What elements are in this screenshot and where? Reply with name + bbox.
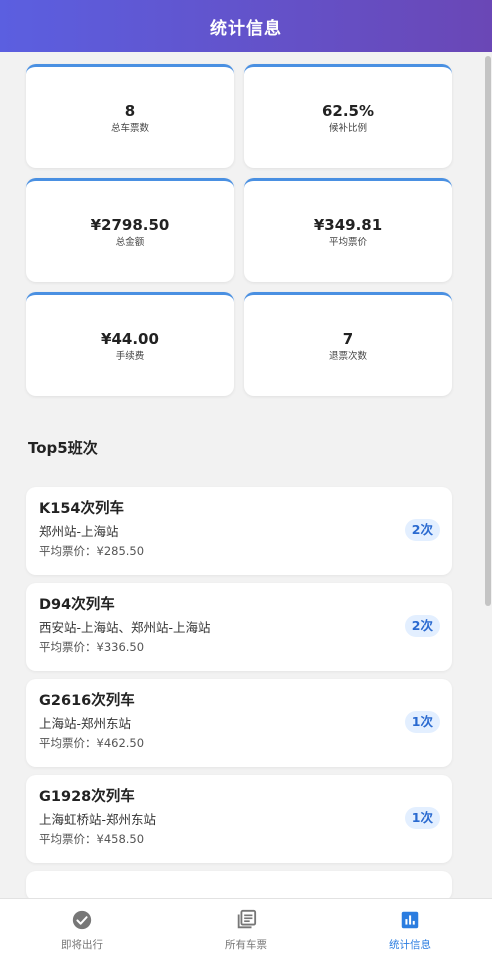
train-name: G2616次列车 (39, 693, 135, 709)
trip-count-badge: 1次 (404, 807, 440, 829)
check-circle-icon (72, 910, 92, 930)
stat-card-total-tickets: 8 总车票数 (26, 64, 234, 168)
train-card[interactable]: G2616次列车 上海站-郑州东站 平均票价：¥462.50 1次 (26, 679, 452, 767)
train-card[interactable]: D94次列车 西安站-上海站、郑州站-上海站 平均票价：¥336.50 2次 (26, 583, 452, 671)
stat-label: 总金额 (115, 236, 145, 248)
trip-count-badge: 2次 (404, 519, 440, 541)
stats-grid: 8 总车票数 62.5% 候补比例 ¥2798.50 总金额 ¥349.81 平… (26, 64, 454, 396)
bottom-nav: 即将出行 所有车票 统计信息 (0, 898, 492, 962)
nav-item-all-tickets[interactable]: 所有车票 (164, 899, 328, 962)
nav-label: 统计信息 (389, 939, 431, 951)
train-name: G1928次列车 (39, 789, 135, 805)
train-average-price: 平均票价：¥462.50 (39, 736, 145, 750)
train-card[interactable]: K154次列车 郑州站-上海站 平均票价：¥285.50 2次 (26, 487, 452, 575)
bar-chart-icon (401, 911, 419, 929)
train-name: K154次列车 (39, 501, 125, 517)
train-route: 郑州站-上海站 (39, 524, 119, 539)
stat-value: ¥2798.50 (90, 215, 170, 234)
nav-label: 即将出行 (61, 939, 103, 951)
stat-card-fees: ¥44.00 手续费 (26, 292, 234, 396)
stat-value: ¥44.00 (101, 329, 159, 348)
trip-count-badge: 1次 (404, 711, 440, 733)
stat-card-refund-count: 7 退票次数 (244, 292, 452, 396)
scrollbar-thumb[interactable] (485, 56, 491, 606)
train-route: 上海站-郑州东站 (39, 716, 132, 731)
train-card-partial[interactable] (26, 871, 452, 898)
stat-card-average-price: ¥349.81 平均票价 (244, 178, 452, 282)
stat-value: ¥349.81 (313, 215, 383, 234)
stat-card-waitlist-ratio: 62.5% 候补比例 (244, 64, 452, 168)
train-route: 上海虹桥站-郑州东站 (39, 812, 157, 827)
app-root: 统计信息 8 总车票数 62.5% 候补比例 ¥2798.50 总金额 ¥349… (0, 0, 492, 962)
train-route: 西安站-上海站、郑州站-上海站 (39, 620, 211, 635)
stat-label: 手续费 (115, 350, 145, 362)
scroll-content[interactable]: 8 总车票数 62.5% 候补比例 ¥2798.50 总金额 ¥349.81 平… (0, 52, 492, 898)
nav-label: 所有车票 (225, 939, 267, 951)
train-card[interactable]: G1928次列车 上海虹桥站-郑州东站 平均票价：¥458.50 1次 (26, 775, 452, 863)
top5-section-title: Top5班次 (28, 439, 98, 457)
stat-card-total-amount: ¥2798.50 总金额 (26, 178, 234, 282)
train-average-price: 平均票价：¥285.50 (39, 544, 145, 558)
trip-count-badge: 2次 (404, 615, 440, 637)
nav-item-upcoming[interactable]: 即将出行 (0, 899, 164, 962)
stat-label: 退票次数 (328, 350, 367, 362)
stat-label: 候补比例 (328, 122, 367, 134)
train-name: D94次列车 (39, 597, 115, 613)
top5-train-list: K154次列车 郑州站-上海站 平均票价：¥285.50 2次 D94次列车 西… (26, 487, 452, 898)
stat-value: 8 (124, 101, 136, 120)
library-books-icon (237, 909, 257, 929)
nav-item-stats[interactable]: 统计信息 (328, 899, 492, 962)
train-average-price: 平均票价：¥458.50 (39, 832, 145, 846)
train-average-price: 平均票价：¥336.50 (39, 640, 145, 654)
stat-label: 总车票数 (110, 122, 149, 134)
page-title: 统计信息 (210, 18, 282, 39)
app-header: 统计信息 (0, 0, 492, 52)
stat-label: 平均票价 (328, 236, 367, 248)
stat-value: 7 (342, 329, 354, 348)
stat-value: 62.5% (321, 101, 375, 120)
